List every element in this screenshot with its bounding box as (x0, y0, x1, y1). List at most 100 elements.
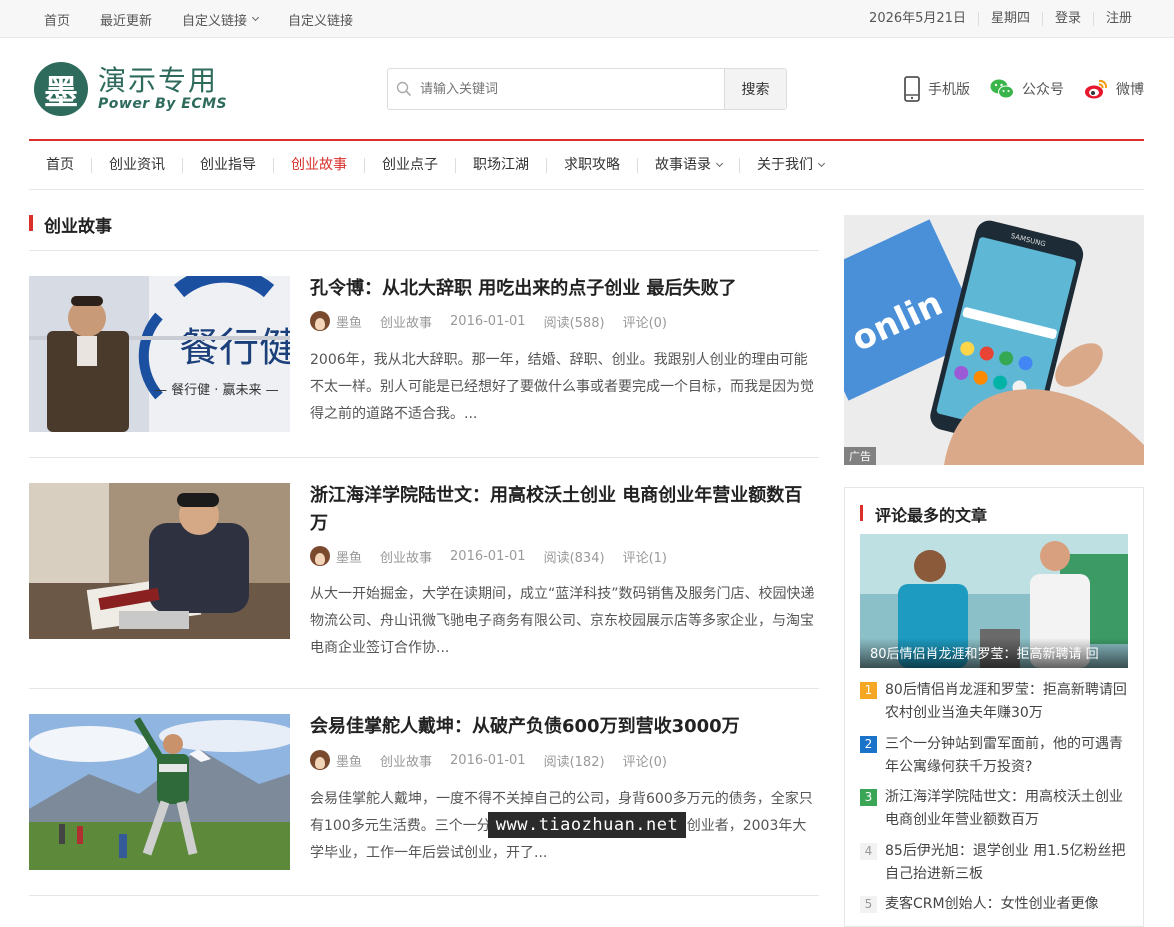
nav-item-quotes-label: 故事语录 (655, 156, 711, 173)
nav-item-quotes[interactable]: 故事语录 (637, 156, 739, 173)
section-title-bar (29, 215, 33, 231)
post-comments: 评论(0) (622, 315, 667, 331)
search-button[interactable]: 搜索 (724, 69, 786, 109)
rank-title: 85后伊光旭：退学创业 用1.5亿粉丝把自己抬进新三板 (885, 843, 1126, 882)
top-link-custom-label: 自定义链接 (182, 13, 248, 29)
nav-item-home[interactable]: 首页 (29, 157, 91, 173)
rank-title: 80后情侣肖龙涯和罗莹：拒高新聘请回农村创业当渔夫年赚30万 (885, 682, 1127, 721)
post-category[interactable]: 创业故事 (380, 547, 432, 566)
svg-text:餐行健: 餐行健 (179, 325, 290, 371)
post-date: 2016-01-01 (450, 752, 526, 768)
weibo-icon (1085, 79, 1108, 99)
most-commented-widget: 评论最多的文章 80后情侣肖龙涯和罗莹：拒高新聘请 回 1 80后情侣肖龙涯和罗… (844, 487, 1144, 927)
ad-tag: 广告 (844, 447, 876, 465)
post-comments: 评论(0) (622, 754, 667, 770)
nav-item-workplace[interactable]: 职场江湖 (455, 157, 546, 173)
logo-title: 演示专用 (98, 64, 219, 97)
widget-title-text: 评论最多的文章 (875, 506, 988, 525)
post-date: 2016-01-01 (450, 313, 526, 329)
top-link-custom-dropdown[interactable]: 自定义链接 (182, 10, 260, 29)
chevron-down-icon (715, 159, 724, 167)
header-links: 手机版 公众号 微博 (884, 72, 1144, 106)
post-category[interactable]: 创业故事 (380, 312, 432, 331)
post-title[interactable]: 浙江海洋学院陆世文：用高校沃土创业 电商创业年营业额数百万 (310, 482, 820, 538)
search-box: 搜索 (387, 68, 787, 110)
logo-text: 演示专用 Power By ECMS (98, 64, 228, 113)
rank-title: 麦客CRM创始人：女性创业者更像 (885, 896, 1099, 912)
mobile-version-label: 手机版 (928, 82, 970, 98)
sidebar-ad[interactable]: onlin SAMSUNG 广告 (844, 215, 1144, 465)
chevron-down-icon (252, 13, 260, 21)
nav-item-news[interactable]: 创业资讯 (91, 157, 182, 173)
rank-number: 4 (860, 843, 877, 860)
post-date: 2016-01-01 (450, 548, 526, 564)
nav-item-guide[interactable]: 创业指导 (182, 157, 273, 173)
post-author[interactable]: 墨鱼 (336, 547, 362, 566)
widget-title-bar (860, 505, 863, 521)
ranking-item[interactable]: 4 85后伊光旭：退学创业 用1.5亿粉丝把自己抬进新三板 (860, 840, 1130, 886)
post-meta: 墨鱼 创业故事 2016-01-01 阅读(182) 评论(0) (310, 750, 685, 770)
mobile-version-link[interactable]: 手机版 (904, 76, 970, 102)
mobile-phone-icon (904, 76, 920, 102)
rank-number: 2 (860, 736, 877, 753)
post-category[interactable]: 创业故事 (380, 751, 432, 770)
post-item: 会易佳掌舵人戴坤：从破产负债600万到营收3000万 墨鱼 创业故事 2016-… (29, 689, 819, 896)
author-avatar[interactable] (310, 311, 330, 331)
post-meta: 墨鱼 创业故事 2016-01-01 阅读(834) 评论(1) (310, 546, 685, 566)
post-reads: 阅读(182) (543, 754, 605, 770)
main-nav: 首页 创业资讯 创业指导 创业故事 创业点子 职场江湖 求职攻略 故事语录 关于… (29, 139, 1144, 190)
nav-item-about-label: 关于我们 (757, 156, 813, 173)
post-thumbnail[interactable]: 餐行健 — 餐行健 · 赢未来 — (29, 276, 290, 432)
svg-text:— 餐行健 · 赢未来 —: — 餐行健 · 赢未来 — (154, 382, 279, 398)
top-link-custom[interactable]: 自定义链接 (288, 10, 353, 29)
post-author[interactable]: 墨鱼 (336, 312, 362, 331)
post-excerpt: 2006年，我从北大辞职。那一年，结婚、辞职、创业。我跟别人创业的理由可能不太一… (310, 352, 814, 422)
post-author[interactable]: 墨鱼 (336, 751, 362, 770)
section-title: 创业故事 (29, 210, 819, 251)
ranking-item[interactable]: 2 三个一分钟站到雷军面前，他的可遇青年公寓缘何获千万投资? (860, 733, 1130, 779)
login-link[interactable]: 登录 (1041, 12, 1093, 26)
nav-item-about[interactable]: 关于我们 (739, 156, 841, 173)
post-reads: 阅读(834) (543, 550, 605, 566)
post-title[interactable]: 会易佳掌舵人戴坤：从破产负债600万到营收3000万 (310, 713, 820, 741)
current-date: 2026年5月21日 (869, 11, 966, 26)
post-thumbnail[interactable] (29, 483, 290, 639)
top-link-recent[interactable]: 最近更新 (100, 10, 152, 29)
logo-mark: 墨 (34, 62, 88, 116)
post-title[interactable]: 孔令博：从北大辞职 用吃出来的点子创业 最后失败了 (310, 275, 820, 303)
nav-item-ideas[interactable]: 创业点子 (364, 157, 455, 173)
featured-article[interactable]: 80后情侣肖龙涯和罗莹：拒高新聘请 回 (860, 534, 1128, 668)
nav-item-stories[interactable]: 创业故事 (273, 157, 364, 173)
rank-number: 3 (860, 789, 877, 806)
top-link-home[interactable]: 首页 (44, 10, 70, 29)
watermark: www.tiaozhuan.net (488, 812, 686, 838)
post-comments: 评论(1) (622, 550, 667, 566)
register-link[interactable]: 注册 (1092, 12, 1144, 26)
section-title-text: 创业故事 (44, 217, 112, 237)
search-input[interactable] (420, 69, 724, 109)
current-weekday: 星期四 (977, 12, 1042, 26)
top-links: 首页 最近更新 自定义链接 自定义链接 (44, 0, 383, 38)
nav-item-job-tips[interactable]: 求职攻略 (546, 157, 637, 173)
site-logo[interactable]: 墨 演示专用 Power By ECMS (34, 62, 227, 116)
post-reads: 阅读(588) (543, 315, 605, 331)
post-thumbnail[interactable] (29, 714, 290, 870)
weibo-label: 微博 (1116, 82, 1144, 98)
author-avatar[interactable] (310, 546, 330, 566)
widget-title: 评论最多的文章 (860, 502, 987, 526)
ranking-item[interactable]: 3 浙江海洋学院陆世文：用高校沃土创业 电商创业年营业额数百万 (860, 786, 1130, 832)
ranking-item[interactable]: 1 80后情侣肖龙涯和罗莹：拒高新聘请回农村创业当渔夫年赚30万 (860, 679, 1130, 725)
rank-number: 5 (860, 896, 877, 913)
ranking-item[interactable]: 5 麦客CRM创始人：女性创业者更像 (860, 893, 1130, 916)
weibo-link[interactable]: 微博 (1084, 78, 1144, 100)
rank-title: 三个一分钟站到雷军面前，他的可遇青年公寓缘何获千万投资? (885, 736, 1123, 775)
top-bar: 首页 最近更新 自定义链接 自定义链接 2026年5月21日 星期四 登录 注册 (0, 0, 1174, 38)
rank-number: 1 (860, 682, 877, 699)
post-meta: 墨鱼 创业故事 2016-01-01 阅读(588) 评论(0) (310, 311, 685, 331)
featured-caption: 80后情侣肖龙涯和罗莹：拒高新聘请 回 (860, 638, 1128, 668)
author-avatar[interactable] (310, 750, 330, 770)
post-item: 餐行健 — 餐行健 · 赢未来 — 孔令博：从北大辞职 用吃出来的点子创业 最后… (29, 251, 819, 458)
post-item: 浙江海洋学院陆世文：用高校沃土创业 电商创业年营业额数百万 墨鱼 创业故事 20… (29, 458, 819, 689)
wechat-link[interactable]: 公众号 (990, 78, 1064, 100)
logo-subtitle: Power By ECMS (98, 96, 228, 112)
